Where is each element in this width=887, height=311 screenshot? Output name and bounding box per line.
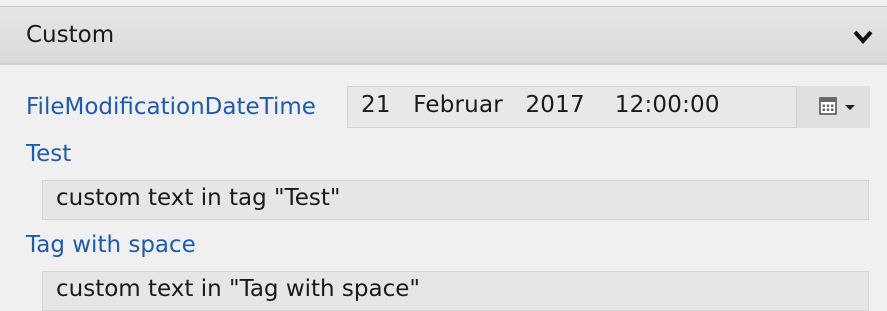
chevron-down-icon[interactable] xyxy=(853,29,873,45)
chevron-down-icon xyxy=(845,105,855,110)
test-field-value[interactable]: custom text in tag "Test" xyxy=(56,185,340,211)
date-time-picker[interactable]: 21 Februar 2017 12:00:00 xyxy=(347,86,870,128)
test-field[interactable]: custom text in tag "Test" xyxy=(42,180,869,220)
calendar-dropdown-button[interactable] xyxy=(796,86,870,128)
group-header-custom[interactable]: Custom xyxy=(0,7,887,65)
group-title: Custom xyxy=(26,22,115,48)
tag-with-space-field-value[interactable]: custom text in "Tag with space" xyxy=(56,276,420,302)
tag-with-space-field[interactable]: custom text in "Tag with space" xyxy=(42,271,869,311)
label-test: Test xyxy=(26,141,72,167)
calendar-icon xyxy=(819,97,837,115)
date-time-value[interactable]: 21 Februar 2017 12:00:00 xyxy=(361,92,720,118)
label-file-modification-date-time: FileModificationDateTime xyxy=(26,94,316,120)
label-tag-with-space: Tag with space xyxy=(26,232,196,258)
panel-top-border xyxy=(0,0,887,7)
custom-properties-panel: Custom FileModificationDateTime 21 Febru… xyxy=(0,0,887,311)
